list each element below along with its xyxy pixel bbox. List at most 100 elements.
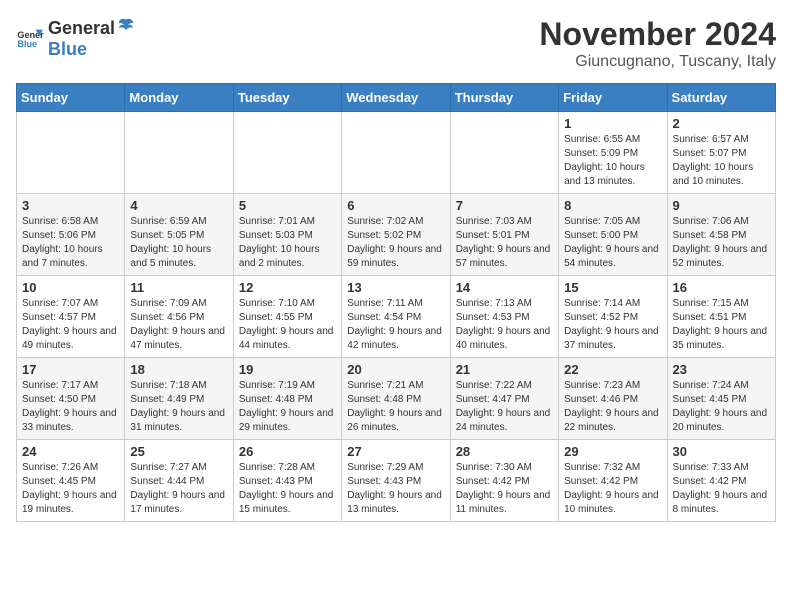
day-number: 21 xyxy=(456,362,553,377)
day-number: 3 xyxy=(22,198,119,213)
calendar-week-row: 10 Sunrise: 7:07 AM Sunset: 4:57 PM Dayli… xyxy=(17,276,776,358)
day-number: 25 xyxy=(130,444,227,459)
calendar-cell: 22 Sunrise: 7:23 AM Sunset: 4:46 PM Dayli… xyxy=(559,358,667,440)
calendar-cell xyxy=(450,112,558,194)
calendar-cell xyxy=(125,112,233,194)
day-number: 24 xyxy=(22,444,119,459)
month-title: November 2024 xyxy=(539,16,776,53)
col-header-wednesday: Wednesday xyxy=(342,84,450,112)
location-subtitle: Giuncugnano, Tuscany, Italy xyxy=(539,53,776,71)
day-info: Sunrise: 7:22 AM Sunset: 4:47 PM Dayligh… xyxy=(456,379,553,435)
day-info: Sunrise: 7:09 AM Sunset: 4:56 PM Dayligh… xyxy=(130,297,227,353)
day-number: 5 xyxy=(239,198,336,213)
day-info: Sunrise: 6:58 AM Sunset: 5:06 PM Dayligh… xyxy=(22,215,119,271)
calendar-cell: 25 Sunrise: 7:27 AM Sunset: 4:44 PM Dayli… xyxy=(125,440,233,522)
day-info: Sunrise: 7:18 AM Sunset: 4:49 PM Dayligh… xyxy=(130,379,227,435)
calendar-cell xyxy=(342,112,450,194)
day-number: 30 xyxy=(673,444,770,459)
day-info: Sunrise: 7:03 AM Sunset: 5:01 PM Dayligh… xyxy=(456,215,553,271)
day-info: Sunrise: 7:27 AM Sunset: 4:44 PM Dayligh… xyxy=(130,461,227,517)
day-info: Sunrise: 6:55 AM Sunset: 5:09 PM Dayligh… xyxy=(564,133,661,189)
day-number: 17 xyxy=(22,362,119,377)
calendar-cell: 17 Sunrise: 7:17 AM Sunset: 4:50 PM Dayli… xyxy=(17,358,125,440)
calendar-week-row: 3 Sunrise: 6:58 AM Sunset: 5:06 PM Daylig… xyxy=(17,194,776,276)
calendar-week-row: 17 Sunrise: 7:17 AM Sunset: 4:50 PM Dayli… xyxy=(17,358,776,440)
day-info: Sunrise: 7:23 AM Sunset: 4:46 PM Dayligh… xyxy=(564,379,661,435)
calendar-cell: 26 Sunrise: 7:28 AM Sunset: 4:43 PM Dayli… xyxy=(233,440,341,522)
calendar-cell: 1 Sunrise: 6:55 AM Sunset: 5:09 PM Daylig… xyxy=(559,112,667,194)
day-number: 1 xyxy=(564,116,661,131)
logo: General Blue General Blue xyxy=(16,16,137,60)
day-number: 12 xyxy=(239,280,336,295)
day-number: 28 xyxy=(456,444,553,459)
calendar-cell: 30Sunrise: 7:33 AM Sunset: 4:42 PM Dayli… xyxy=(667,440,775,522)
day-info: Sunrise: 7:06 AM Sunset: 4:58 PM Dayligh… xyxy=(673,215,770,271)
calendar-cell: 28 Sunrise: 7:30 AM Sunset: 4:42 PM Dayli… xyxy=(450,440,558,522)
calendar-cell: 27 Sunrise: 7:29 AM Sunset: 4:43 PM Dayli… xyxy=(342,440,450,522)
logo-icon: General Blue xyxy=(16,24,44,52)
calendar-cell: 8Sunrise: 7:05 AM Sunset: 5:00 PM Daylig… xyxy=(559,194,667,276)
day-number: 15 xyxy=(564,280,661,295)
svg-text:Blue: Blue xyxy=(17,39,37,49)
calendar-header-row: SundayMondayTuesdayWednesdayThursdayFrid… xyxy=(17,84,776,112)
day-number: 14 xyxy=(456,280,553,295)
calendar-week-row: 1 Sunrise: 6:55 AM Sunset: 5:09 PM Daylig… xyxy=(17,112,776,194)
col-header-saturday: Saturday xyxy=(667,84,775,112)
day-info: Sunrise: 7:02 AM Sunset: 5:02 PM Dayligh… xyxy=(347,215,444,271)
calendar-week-row: 24Sunrise: 7:26 AM Sunset: 4:45 PM Dayli… xyxy=(17,440,776,522)
col-header-thursday: Thursday xyxy=(450,84,558,112)
day-info: Sunrise: 7:13 AM Sunset: 4:53 PM Dayligh… xyxy=(456,297,553,353)
day-number: 7 xyxy=(456,198,553,213)
day-info: Sunrise: 7:19 AM Sunset: 4:48 PM Dayligh… xyxy=(239,379,336,435)
calendar-cell: 21 Sunrise: 7:22 AM Sunset: 4:47 PM Dayli… xyxy=(450,358,558,440)
calendar-cell: 2Sunrise: 6:57 AM Sunset: 5:07 PM Daylig… xyxy=(667,112,775,194)
day-info: Sunrise: 7:32 AM Sunset: 4:42 PM Dayligh… xyxy=(564,461,661,517)
day-info: Sunrise: 7:07 AM Sunset: 4:57 PM Dayligh… xyxy=(22,297,119,353)
calendar-cell: 18 Sunrise: 7:18 AM Sunset: 4:49 PM Dayli… xyxy=(125,358,233,440)
day-number: 18 xyxy=(130,362,227,377)
calendar-cell: 14 Sunrise: 7:13 AM Sunset: 4:53 PM Dayli… xyxy=(450,276,558,358)
calendar-cell: 20 Sunrise: 7:21 AM Sunset: 4:48 PM Dayli… xyxy=(342,358,450,440)
day-info: Sunrise: 7:21 AM Sunset: 4:48 PM Dayligh… xyxy=(347,379,444,435)
calendar-cell: 13 Sunrise: 7:11 AM Sunset: 4:54 PM Dayli… xyxy=(342,276,450,358)
day-info: Sunrise: 7:11 AM Sunset: 4:54 PM Dayligh… xyxy=(347,297,444,353)
day-info: Sunrise: 7:15 AM Sunset: 4:51 PM Dayligh… xyxy=(673,297,770,353)
day-info: Sunrise: 7:24 AM Sunset: 4:45 PM Dayligh… xyxy=(673,379,770,435)
day-number: 20 xyxy=(347,362,444,377)
calendar-cell xyxy=(17,112,125,194)
day-number: 27 xyxy=(347,444,444,459)
col-header-friday: Friday xyxy=(559,84,667,112)
day-number: 9 xyxy=(673,198,770,213)
day-number: 2 xyxy=(673,116,770,131)
calendar-cell: 12Sunrise: 7:10 AM Sunset: 4:55 PM Dayli… xyxy=(233,276,341,358)
logo-general: General xyxy=(48,18,115,39)
calendar-cell: 9 Sunrise: 7:06 AM Sunset: 4:58 PM Daylig… xyxy=(667,194,775,276)
col-header-monday: Monday xyxy=(125,84,233,112)
calendar-cell: 5Sunrise: 7:01 AM Sunset: 5:03 PM Daylig… xyxy=(233,194,341,276)
title-area: November 2024 Giuncugnano, Tuscany, Ital… xyxy=(539,16,776,71)
calendar-cell: 6Sunrise: 7:02 AM Sunset: 5:02 PM Daylig… xyxy=(342,194,450,276)
calendar-cell: 11Sunrise: 7:09 AM Sunset: 4:56 PM Dayli… xyxy=(125,276,233,358)
day-number: 13 xyxy=(347,280,444,295)
day-info: Sunrise: 7:28 AM Sunset: 4:43 PM Dayligh… xyxy=(239,461,336,517)
day-number: 10 xyxy=(22,280,119,295)
day-info: Sunrise: 7:17 AM Sunset: 4:50 PM Dayligh… xyxy=(22,379,119,435)
calendar-cell: 16 Sunrise: 7:15 AM Sunset: 4:51 PM Dayli… xyxy=(667,276,775,358)
calendar-cell: 29Sunrise: 7:32 AM Sunset: 4:42 PM Dayli… xyxy=(559,440,667,522)
day-number: 16 xyxy=(673,280,770,295)
day-number: 19 xyxy=(239,362,336,377)
day-number: 26 xyxy=(239,444,336,459)
day-info: Sunrise: 7:30 AM Sunset: 4:42 PM Dayligh… xyxy=(456,461,553,517)
calendar-cell xyxy=(233,112,341,194)
logo-blue: Blue xyxy=(48,39,137,60)
calendar-cell: 15Sunrise: 7:14 AM Sunset: 4:52 PM Dayli… xyxy=(559,276,667,358)
day-number: 4 xyxy=(130,198,227,213)
day-info: Sunrise: 7:29 AM Sunset: 4:43 PM Dayligh… xyxy=(347,461,444,517)
day-number: 22 xyxy=(564,362,661,377)
calendar-cell: 10 Sunrise: 7:07 AM Sunset: 4:57 PM Dayli… xyxy=(17,276,125,358)
logo-bird-icon xyxy=(117,16,135,34)
calendar-cell: 23Sunrise: 7:24 AM Sunset: 4:45 PM Dayli… xyxy=(667,358,775,440)
col-header-sunday: Sunday xyxy=(17,84,125,112)
calendar-table: SundayMondayTuesdayWednesdayThursdayFrid… xyxy=(16,83,776,522)
calendar-cell: 19 Sunrise: 7:19 AM Sunset: 4:48 PM Dayli… xyxy=(233,358,341,440)
